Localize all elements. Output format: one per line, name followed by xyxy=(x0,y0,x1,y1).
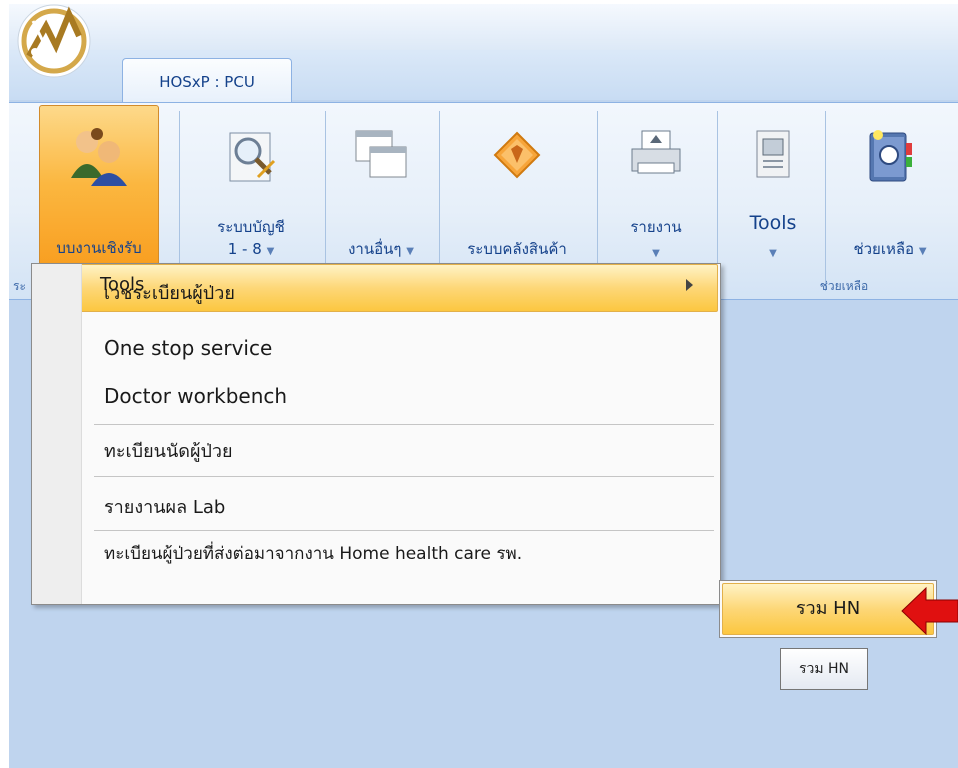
reception-label: บบงานเชิงรับ xyxy=(56,239,142,257)
app-logo-icon[interactable] xyxy=(11,4,97,82)
menu-gutter xyxy=(32,264,82,604)
document-search-icon xyxy=(229,132,276,182)
chevron-down-icon: ▼ xyxy=(266,246,275,257)
chevron-right-icon xyxy=(686,279,693,291)
warehouse-button[interactable]: ระบบคลังสินค้า xyxy=(441,107,593,271)
other-tasks-button[interactable]: งานอื่นๆ ▼ xyxy=(329,107,433,271)
accounting-label-line1: ระบบบัญชี xyxy=(217,218,285,236)
users-icon xyxy=(71,128,127,186)
chevron-down-icon: ▼ xyxy=(769,248,777,259)
tools-dropdown: ▼ xyxy=(725,241,821,264)
other-tasks-label: งานอื่นๆ ▼ xyxy=(348,240,414,258)
printer-icon xyxy=(631,130,681,174)
help-label: ช่วยเหลือ ▼ xyxy=(853,240,927,258)
menu-divider xyxy=(94,476,714,477)
reports-button[interactable]: รายงาน ▼ xyxy=(601,107,711,271)
warehouse-label: ระบบคลังสินค้า xyxy=(467,240,567,258)
dropdown-menu: เวชระเบียนผู้ป่วย One stop service Docto… xyxy=(31,263,721,605)
reports-label: รายงาน xyxy=(630,218,682,236)
group-label-help: ช่วยเหลือ xyxy=(819,279,869,293)
tooltip: รวม HN xyxy=(780,648,868,690)
title-strip xyxy=(9,4,958,50)
reception-button[interactable]: บบงานเชิงรับ xyxy=(39,105,159,279)
reports-dropdown: ▼ xyxy=(601,241,711,264)
tools-ribbon-label: Tools xyxy=(749,212,797,234)
menu-divider xyxy=(94,424,714,425)
chevron-down-icon: ▼ xyxy=(652,248,660,259)
help-book-icon xyxy=(869,130,912,182)
tab-hosxp-pcu[interactable]: HOSxP : PCU xyxy=(122,58,292,103)
tools-icon xyxy=(756,130,790,178)
menu-item-medical-records[interactable]: เวชระเบียนผู้ป่วย xyxy=(82,278,718,307)
help-button[interactable]: ช่วยเหลือ ▼ xyxy=(829,107,951,271)
accounting-label-line2: 1 - 8 ▼ xyxy=(227,240,275,258)
warehouse-icon xyxy=(493,131,541,179)
menu-item-doctor-workbench[interactable]: Doctor workbench xyxy=(82,384,718,408)
windows-icon xyxy=(355,130,407,178)
title-bar: HOSxP : PCU xyxy=(9,4,958,103)
red-arrow-icon xyxy=(901,586,958,636)
menu-item-one-stop-service[interactable]: One stop service xyxy=(82,336,718,360)
menu-divider xyxy=(94,530,714,531)
menu-item-tools-label: Tools xyxy=(100,274,145,295)
menu-item-lab-report[interactable]: รายงานผล Lab xyxy=(82,492,718,521)
tools-ribbon-button[interactable]: Tools ▼ xyxy=(725,107,821,271)
menu-item-appointments[interactable]: ทะเบียนนัดผู้ป่วย xyxy=(82,436,718,465)
menu-item-home-health-care[interactable]: ทะเบียนผู้ป่วยที่ส่งต่อมาจากงาน Home hea… xyxy=(82,540,718,567)
chevron-down-icon: ▼ xyxy=(406,246,414,257)
ribbon-separator xyxy=(825,111,826,291)
chevron-down-icon: ▼ xyxy=(918,246,927,257)
accounting-button[interactable]: ระบบบัญชี 1 - 8 ▼ xyxy=(187,107,315,271)
